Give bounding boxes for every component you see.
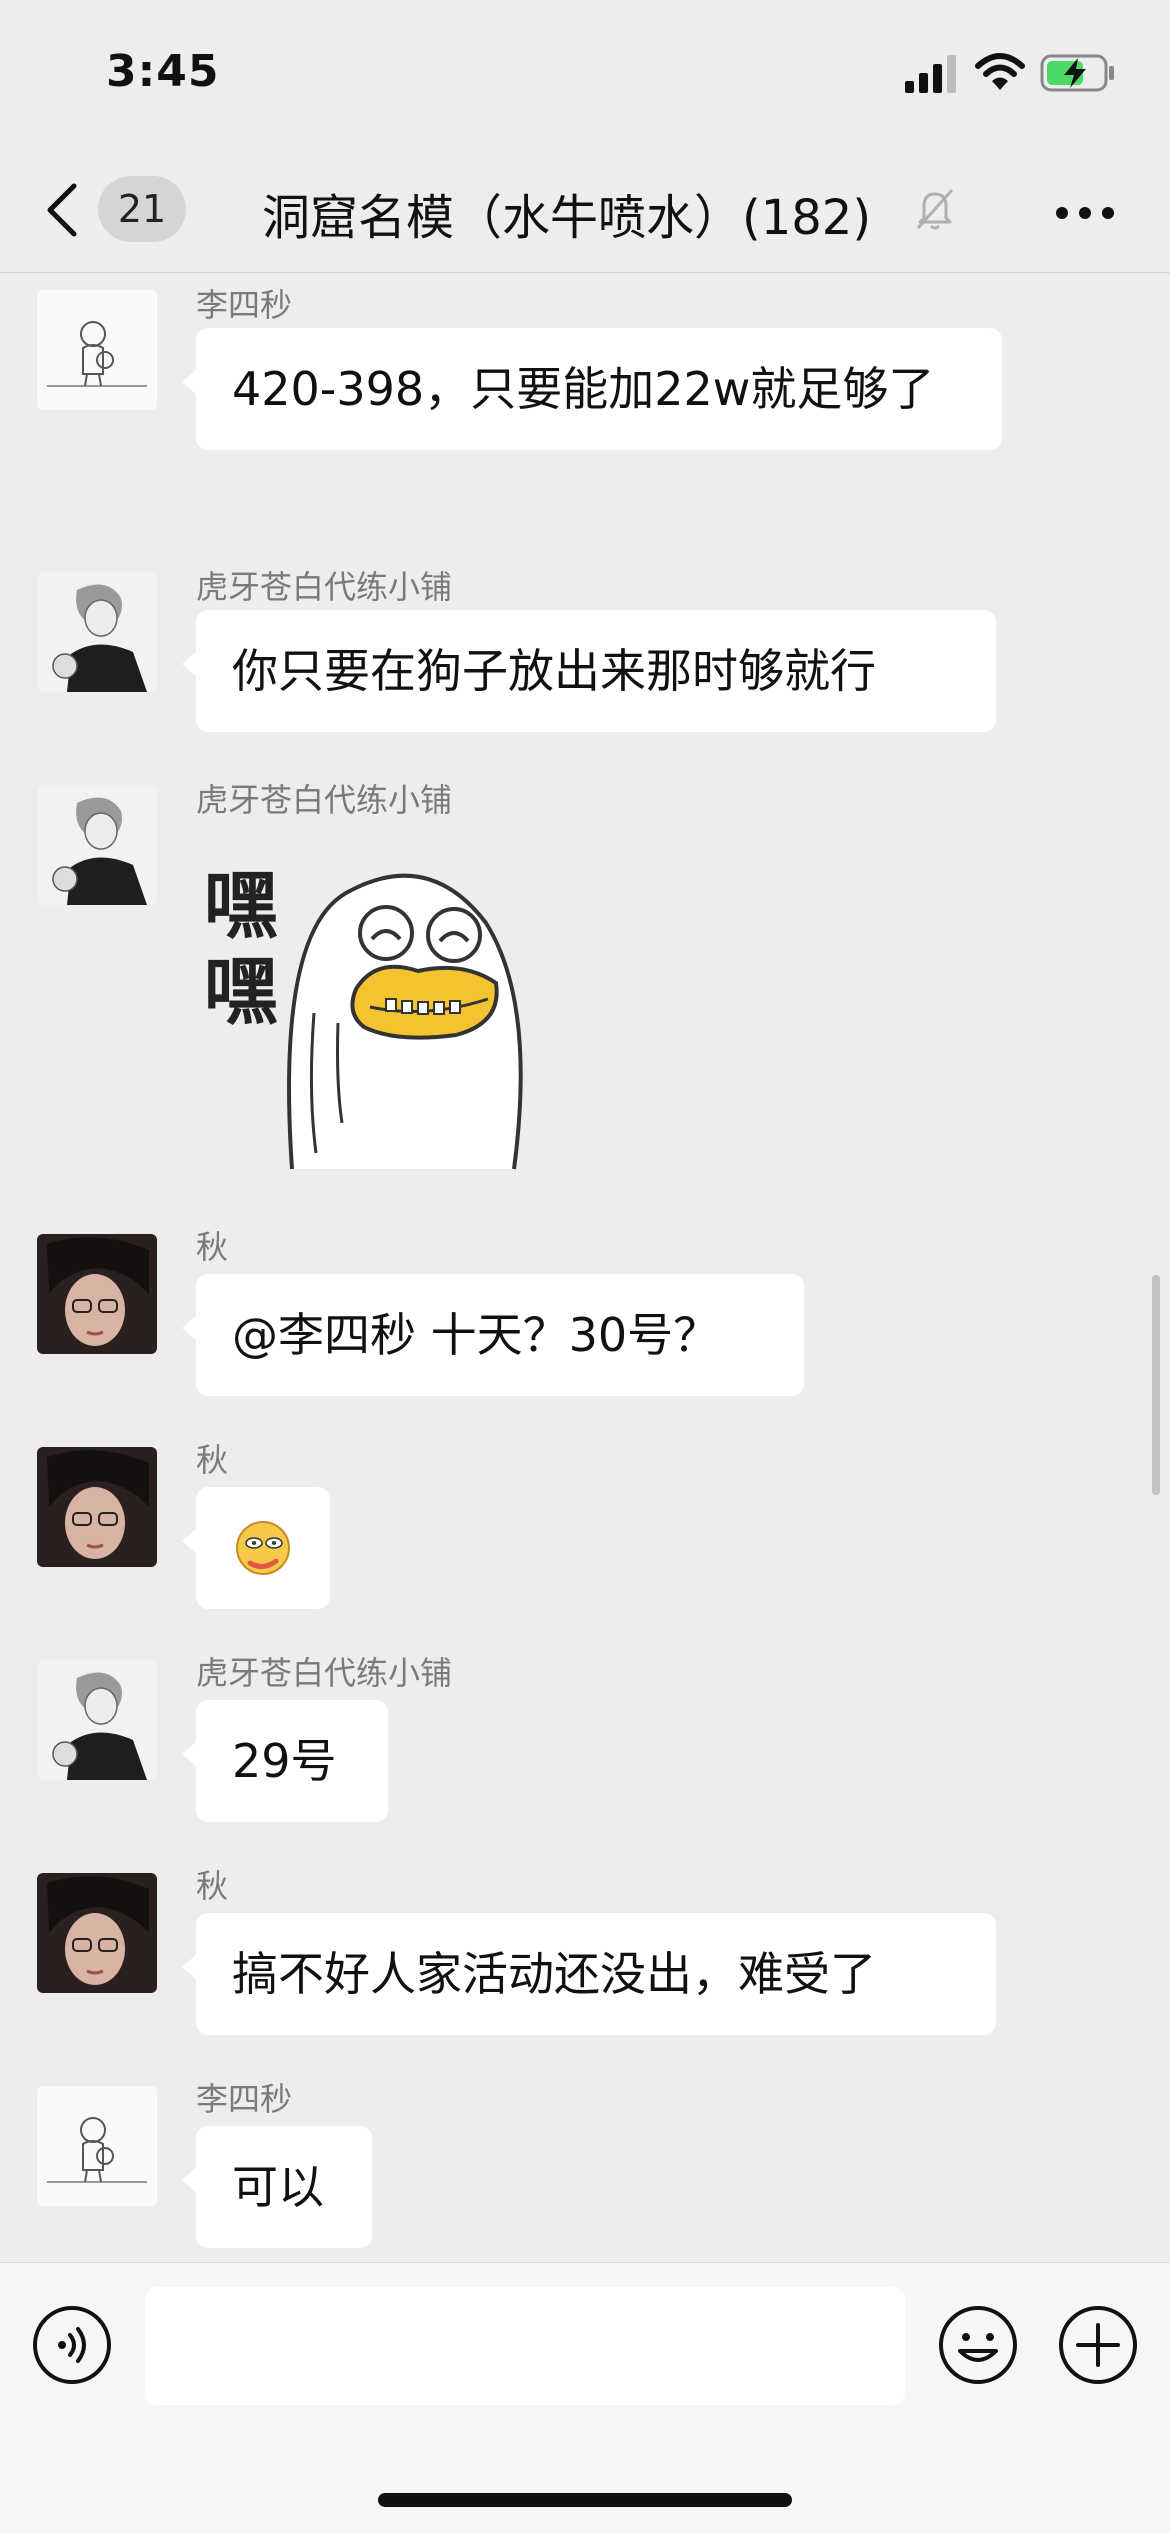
avatar[interactable] xyxy=(37,572,157,692)
portrait-avatar-icon xyxy=(37,1234,157,1354)
avatar[interactable] xyxy=(37,1447,157,1567)
unread-count-badge[interactable]: 21 xyxy=(98,176,186,242)
avatar[interactable] xyxy=(37,1234,157,1354)
sender-name: 秋 xyxy=(196,1441,229,1479)
plus-icon[interactable] xyxy=(1058,2305,1138,2385)
sketch-person-avatar-icon xyxy=(37,1660,157,1780)
sender-name: 李四秒 xyxy=(196,2080,293,2118)
message-bubble[interactable]: 420-398，只要能加22w就足够了 xyxy=(182,328,1002,450)
status-time: 3:45 xyxy=(106,46,220,97)
sender-name: 秋 xyxy=(196,1867,229,1905)
message-bubble[interactable]: @李四秒 十天？30号？ xyxy=(182,1274,804,1396)
message-input[interactable] xyxy=(145,2287,905,2405)
emoji-icon[interactable] xyxy=(938,2305,1018,2385)
back-chevron-icon[interactable] xyxy=(42,180,82,240)
message-bubble[interactable]: 29号 xyxy=(182,1700,388,1822)
avatar[interactable] xyxy=(37,1873,157,1993)
sender-name: 李四秒 xyxy=(196,286,293,324)
scroll-indicator[interactable] xyxy=(1152,1275,1160,1495)
chat-title: 洞窟名模（水牛喷水）(182) xyxy=(262,190,872,246)
avatar[interactable] xyxy=(37,1660,157,1780)
message-bubble[interactable]: 你只要在狗子放出来那时够就行 xyxy=(182,610,996,732)
sender-name: 虎牙苍白代练小铺 xyxy=(196,568,453,606)
home-indicator[interactable] xyxy=(378,2493,792,2507)
chat-header: 21 洞窟名模（水牛喷水）(182) xyxy=(0,150,1170,273)
more-options-icon[interactable] xyxy=(1055,206,1115,220)
sketch-person-avatar-icon xyxy=(37,785,157,905)
wifi-icon xyxy=(975,53,1025,90)
sender-name: 虎牙苍白代练小铺 xyxy=(196,1654,453,1692)
avatar[interactable] xyxy=(37,785,157,905)
status-bar: 3:45 xyxy=(0,0,1170,150)
voice-icon[interactable] xyxy=(32,2305,112,2385)
duck-icon xyxy=(287,873,523,1170)
message-bubble[interactable]: 可以 xyxy=(182,2126,372,2248)
message-bubble[interactable] xyxy=(182,1487,330,1609)
duck-sticker[interactable]: 嘿嘿 xyxy=(196,823,556,1183)
sketch-person-avatar-icon xyxy=(37,572,157,692)
avatar[interactable] xyxy=(37,2086,157,2206)
portrait-avatar-icon xyxy=(37,1873,157,1993)
emoji-face-icon xyxy=(236,1521,290,1575)
avatar[interactable] xyxy=(37,290,157,410)
sender-name: 虎牙苍白代练小铺 xyxy=(196,781,453,819)
sender-name: 秋 xyxy=(196,1228,229,1266)
portrait-avatar-icon xyxy=(37,1447,157,1567)
message-bubble[interactable]: 搞不好人家活动还没出，难受了 xyxy=(182,1913,996,2035)
muted-bell-icon xyxy=(916,188,954,230)
cartoon-avatar-icon xyxy=(37,2086,157,2206)
cellular-signal-icon xyxy=(905,55,956,93)
battery-charging-icon xyxy=(1040,54,1114,92)
cartoon-avatar-icon xyxy=(37,290,157,410)
